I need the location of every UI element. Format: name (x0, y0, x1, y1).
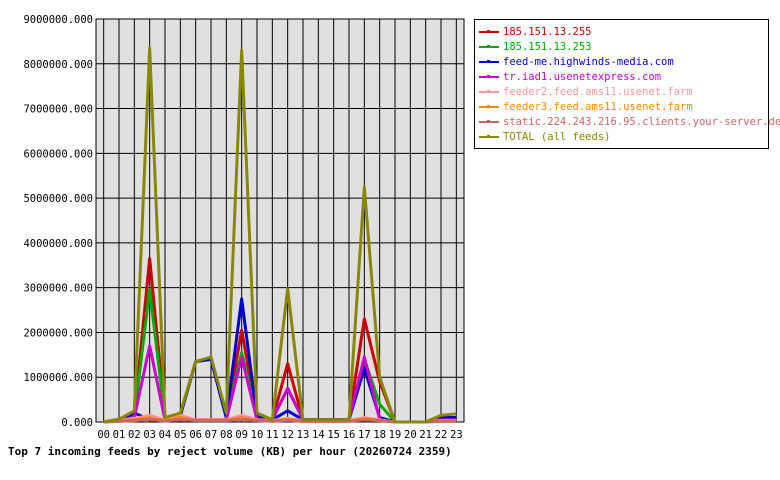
x-tick-label: 10 (251, 429, 264, 441)
legend-item: TOTAL (all feeds) (479, 129, 610, 144)
legend-swatch (479, 89, 499, 93)
x-tick-label: 02 (128, 429, 141, 441)
x-tick-label: 08 (220, 429, 233, 441)
legend-swatch (479, 104, 499, 108)
x-tick-label: 01 (113, 429, 126, 441)
x-tick-label: 00 (97, 429, 110, 441)
x-tick-label: 15 (327, 429, 340, 441)
x-tick-label: 22 (435, 429, 448, 441)
x-tick-label: 07 (205, 429, 218, 441)
chart-title: Top 7 incoming feeds by reject volume (K… (8, 445, 452, 458)
y-tick-label: 8000000.000 (23, 59, 93, 71)
legend-swatch (479, 74, 499, 78)
y-axis-ticks: 0.000 1000000.000 2000000.000 3000000.000 40… (23, 14, 93, 429)
legend-swatch (479, 44, 499, 48)
legend-swatch (479, 59, 499, 63)
legend-item: static.224.243.216.95.clients.your-serve… (479, 114, 780, 129)
x-tick-label: 03 (143, 429, 156, 441)
x-tick-label: 20 (404, 429, 417, 441)
legend-item: feed-me.highwinds-media.com (479, 54, 674, 69)
x-tick-label: 04 (159, 429, 172, 441)
legend-item: feeder3.feed.ams11.usenet.farm (479, 99, 693, 114)
legend-item: feeder2.feed.ams11.usenet.farm (479, 84, 693, 99)
legend-label: feed-me.highwinds-media.com (503, 55, 674, 68)
x-tick-label: 18 (373, 429, 386, 441)
x-tick-label: 13 (297, 429, 310, 441)
legend-label: 185.151.13.255 (503, 25, 592, 38)
y-tick-label: 2000000.000 (23, 327, 93, 339)
x-tick-label: 12 (281, 429, 294, 441)
legend-label: tr.iad1.usenetexpress.com (503, 70, 662, 83)
legend-swatch (479, 134, 499, 138)
x-tick-label: 05 (174, 429, 187, 441)
x-tick-label: 06 (189, 429, 202, 441)
x-tick-label: 23 (450, 429, 463, 441)
y-tick-label: 7000000.000 (23, 104, 93, 116)
x-tick-label: 11 (266, 429, 279, 441)
x-tick-label: 09 (235, 429, 248, 441)
legend-swatch (479, 29, 499, 33)
x-tick-label: 17 (358, 429, 371, 441)
legend-label: feeder3.feed.ams11.usenet.farm (503, 100, 693, 113)
legend-item: 185.151.13.255 (479, 24, 592, 39)
x-tick-label: 14 (312, 429, 325, 441)
y-tick-label: 0.000 (61, 417, 93, 429)
y-tick-label: 1000000.000 (23, 372, 93, 384)
y-tick-label: 9000000.000 (23, 14, 93, 26)
legend-item: 185.151.13.253 (479, 39, 592, 54)
x-tick-label: 19 (389, 429, 402, 441)
legend-label: TOTAL (all feeds) (503, 130, 611, 143)
x-tick-label: 16 (343, 429, 356, 441)
legend-item: tr.iad1.usenetexpress.com (479, 69, 661, 84)
y-tick-label: 5000000.000 (23, 193, 93, 205)
legend-swatch (479, 119, 499, 123)
legend-label: static.224.243.216.95.clients.your-serve… (503, 115, 780, 128)
y-tick-label: 3000000.000 (23, 283, 93, 295)
y-tick-label: 4000000.000 (23, 238, 93, 250)
y-tick-label: 6000000.000 (23, 148, 93, 160)
legend: 185.151.13.255 185.151.13.253 feed-me.high… (474, 19, 780, 149)
legend-label: 185.151.13.253 (503, 40, 592, 53)
legend-label: feeder2.feed.ams11.usenet.farm (503, 85, 693, 98)
x-axis-ticks: 00 01 02 03 04 05 06 07 08 09 10 11 12 13 14 15 16 17 18 19… (97, 429, 462, 441)
x-tick-label: 21 (419, 429, 432, 441)
